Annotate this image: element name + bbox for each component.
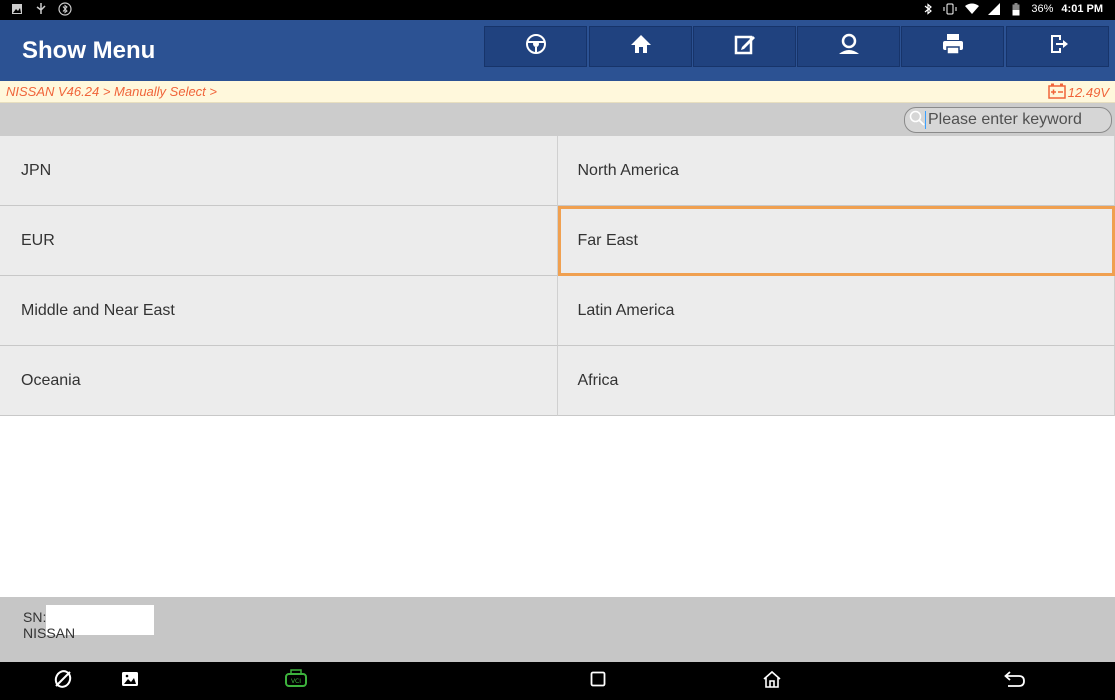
breadcrumb-bar: NISSAN V46.24 > Manually Select > 12.49V	[0, 81, 1115, 103]
print-button[interactable]	[901, 26, 1004, 67]
android-home-button[interactable]	[760, 670, 784, 692]
vibrate-icon	[943, 2, 957, 16]
menu-item-jpn[interactable]: JPN	[0, 136, 558, 206]
app-header: Show Menu	[0, 20, 1115, 81]
system-nav-bar: VCI	[0, 662, 1115, 700]
steering-wheel-button[interactable]	[484, 26, 587, 67]
wifi-icon	[965, 2, 980, 16]
voltage-value: 12.49V	[1067, 85, 1109, 100]
battery-percent: 36%	[1031, 3, 1054, 15]
menu-item-label: Far East	[577, 232, 638, 249]
browser-icon	[53, 669, 73, 694]
back-icon	[1004, 670, 1026, 693]
battery-voltage: 12.49V	[1048, 83, 1109, 102]
menu-item-north-america[interactable]: North America	[557, 136, 1115, 206]
device-info-footer: SN: NISSAN	[0, 597, 1115, 662]
vehicle-brand: NISSAN	[23, 625, 76, 641]
usb-debug-icon	[34, 2, 48, 16]
menu-item-eur[interactable]: EUR	[0, 206, 558, 276]
recents-icon	[590, 671, 606, 692]
menu-item-label: Latin America	[577, 301, 675, 319]
print-icon	[942, 33, 964, 60]
user-profile-button[interactable]	[797, 26, 900, 67]
status-bar: 36% 4:01 PM	[0, 0, 1115, 20]
sn-label: SN:	[23, 609, 47, 625]
car-battery-icon	[1048, 83, 1066, 102]
steering-wheel-icon	[525, 33, 547, 60]
menu-item-label: EUR	[21, 231, 55, 249]
home-icon	[630, 33, 652, 60]
search-box[interactable]	[904, 107, 1112, 133]
cell-signal-icon	[987, 2, 1001, 16]
search-icon	[909, 110, 925, 131]
menu-item-middle-and-near-east[interactable]: Middle and Near East	[0, 276, 558, 346]
search-input[interactable]	[925, 111, 1108, 129]
edit-report-button[interactable]	[693, 26, 796, 67]
gallery-notification-icon	[10, 2, 24, 16]
menu-item-africa[interactable]: Africa	[557, 346, 1115, 416]
back-button[interactable]	[1003, 670, 1027, 692]
page-title: Show Menu	[22, 37, 156, 64]
battery-icon	[1009, 2, 1023, 16]
vci-status[interactable]: VCI	[284, 668, 308, 694]
bluetooth-icon	[921, 2, 935, 16]
menu-item-label: Africa	[577, 371, 619, 389]
search-bar	[0, 103, 1115, 136]
svg-text:VCI: VCI	[291, 678, 301, 685]
menu-item-label: Oceania	[21, 371, 81, 389]
vci-icon: VCI	[284, 668, 308, 694]
menu-item-latin-america[interactable]: Latin America	[557, 276, 1115, 346]
edit-report-icon	[734, 33, 756, 60]
menu-item-far-east[interactable]: Far East	[557, 206, 1115, 276]
menu-item-label: North America	[577, 161, 679, 179]
breadcrumb: NISSAN V46.24 > Manually Select >	[6, 84, 218, 99]
bluetooth-notification-icon	[58, 2, 72, 16]
user-profile-icon	[837, 33, 861, 60]
browser-shortcut[interactable]	[51, 669, 75, 694]
clock: 4:01 PM	[1061, 3, 1103, 15]
home-button[interactable]	[589, 26, 692, 67]
region-menu: JPN North America EUR Far East Middle an…	[0, 136, 1115, 416]
home-outline-icon	[762, 670, 782, 693]
recents-button[interactable]	[586, 670, 610, 692]
menu-item-oceania[interactable]: Oceania	[0, 346, 558, 416]
exit-button[interactable]	[1006, 26, 1109, 67]
gallery-shortcut[interactable]	[118, 670, 142, 692]
gallery-icon	[121, 671, 139, 692]
menu-item-label: JPN	[21, 161, 52, 179]
menu-item-label: Middle and Near East	[21, 301, 175, 319]
exit-icon	[1047, 33, 1069, 60]
